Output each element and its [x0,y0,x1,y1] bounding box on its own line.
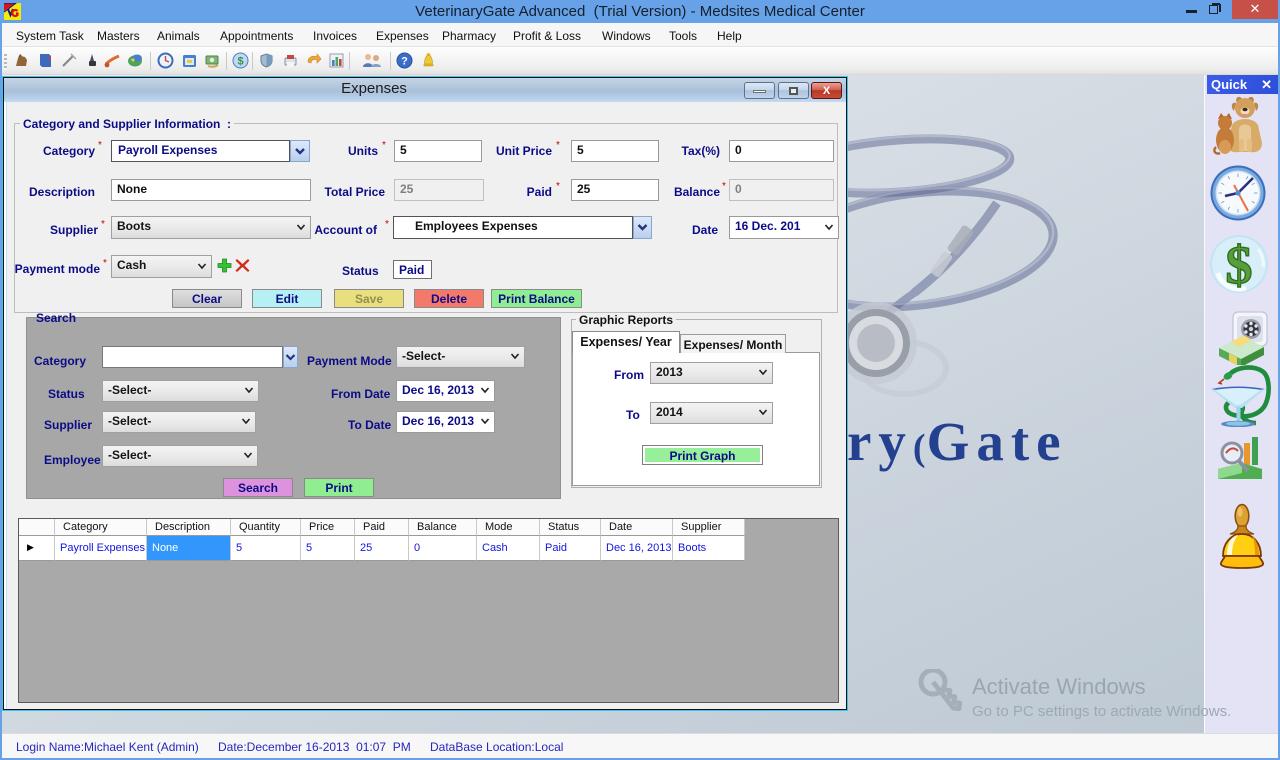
svg-text:$: $ [1226,235,1253,295]
svg-text:?: ? [401,56,408,68]
svg-text:$: $ [237,56,243,68]
